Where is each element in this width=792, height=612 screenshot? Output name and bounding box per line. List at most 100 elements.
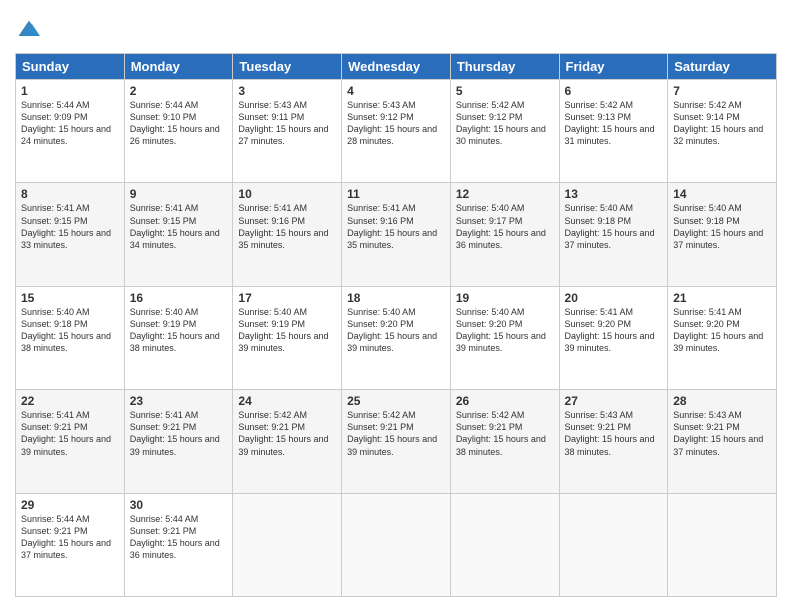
day-info: Sunrise: 5:43 AMSunset: 9:12 PMDaylight:… [347,100,437,146]
day-number: 21 [673,291,771,305]
calendar-cell: 17 Sunrise: 5:40 AMSunset: 9:19 PMDaylig… [233,286,342,389]
day-info: Sunrise: 5:41 AMSunset: 9:16 PMDaylight:… [347,203,437,249]
day-info: Sunrise: 5:44 AMSunset: 9:21 PMDaylight:… [130,514,220,560]
calendar-cell: 1 Sunrise: 5:44 AMSunset: 9:09 PMDayligh… [16,80,125,183]
day-number: 20 [565,291,663,305]
day-info: Sunrise: 5:42 AMSunset: 9:21 PMDaylight:… [456,410,546,456]
calendar-cell: 21 Sunrise: 5:41 AMSunset: 9:20 PMDaylig… [668,286,777,389]
calendar-week-2: 8 Sunrise: 5:41 AMSunset: 9:15 PMDayligh… [16,183,777,286]
day-number: 30 [130,498,228,512]
day-number: 10 [238,187,336,201]
calendar-header-sunday: Sunday [16,54,125,80]
calendar-cell: 6 Sunrise: 5:42 AMSunset: 9:13 PMDayligh… [559,80,668,183]
calendar-cell: 2 Sunrise: 5:44 AMSunset: 9:10 PMDayligh… [124,80,233,183]
calendar-cell: 7 Sunrise: 5:42 AMSunset: 9:14 PMDayligh… [668,80,777,183]
day-number: 28 [673,394,771,408]
calendar-cell: 4 Sunrise: 5:43 AMSunset: 9:12 PMDayligh… [342,80,451,183]
day-info: Sunrise: 5:41 AMSunset: 9:15 PMDaylight:… [21,203,111,249]
calendar-cell: 16 Sunrise: 5:40 AMSunset: 9:19 PMDaylig… [124,286,233,389]
calendar-cell [559,493,668,596]
day-info: Sunrise: 5:41 AMSunset: 9:20 PMDaylight:… [673,307,763,353]
calendar-header-saturday: Saturday [668,54,777,80]
day-info: Sunrise: 5:43 AMSunset: 9:11 PMDaylight:… [238,100,328,146]
day-info: Sunrise: 5:40 AMSunset: 9:18 PMDaylight:… [565,203,655,249]
day-info: Sunrise: 5:41 AMSunset: 9:15 PMDaylight:… [130,203,220,249]
day-info: Sunrise: 5:40 AMSunset: 9:20 PMDaylight:… [347,307,437,353]
day-info: Sunrise: 5:41 AMSunset: 9:21 PMDaylight:… [21,410,111,456]
calendar-cell: 24 Sunrise: 5:42 AMSunset: 9:21 PMDaylig… [233,390,342,493]
calendar-cell: 30 Sunrise: 5:44 AMSunset: 9:21 PMDaylig… [124,493,233,596]
calendar-cell: 15 Sunrise: 5:40 AMSunset: 9:18 PMDaylig… [16,286,125,389]
calendar-header-monday: Monday [124,54,233,80]
calendar-cell: 29 Sunrise: 5:44 AMSunset: 9:21 PMDaylig… [16,493,125,596]
day-number: 8 [21,187,119,201]
day-number: 11 [347,187,445,201]
calendar-cell: 20 Sunrise: 5:41 AMSunset: 9:20 PMDaylig… [559,286,668,389]
day-number: 13 [565,187,663,201]
day-number: 16 [130,291,228,305]
calendar-table: SundayMondayTuesdayWednesdayThursdayFrid… [15,53,777,597]
day-number: 12 [456,187,554,201]
day-info: Sunrise: 5:40 AMSunset: 9:18 PMDaylight:… [673,203,763,249]
calendar-week-3: 15 Sunrise: 5:40 AMSunset: 9:18 PMDaylig… [16,286,777,389]
calendar-cell: 26 Sunrise: 5:42 AMSunset: 9:21 PMDaylig… [450,390,559,493]
day-number: 23 [130,394,228,408]
calendar-cell: 5 Sunrise: 5:42 AMSunset: 9:12 PMDayligh… [450,80,559,183]
calendar-cell: 9 Sunrise: 5:41 AMSunset: 9:15 PMDayligh… [124,183,233,286]
day-info: Sunrise: 5:40 AMSunset: 9:18 PMDaylight:… [21,307,111,353]
day-info: Sunrise: 5:44 AMSunset: 9:10 PMDaylight:… [130,100,220,146]
day-number: 29 [21,498,119,512]
day-info: Sunrise: 5:42 AMSunset: 9:13 PMDaylight:… [565,100,655,146]
calendar-header-wednesday: Wednesday [342,54,451,80]
calendar-week-1: 1 Sunrise: 5:44 AMSunset: 9:09 PMDayligh… [16,80,777,183]
calendar-cell: 19 Sunrise: 5:40 AMSunset: 9:20 PMDaylig… [450,286,559,389]
day-number: 1 [21,84,119,98]
day-info: Sunrise: 5:40 AMSunset: 9:17 PMDaylight:… [456,203,546,249]
logo [15,15,47,43]
calendar-cell: 3 Sunrise: 5:43 AMSunset: 9:11 PMDayligh… [233,80,342,183]
day-number: 2 [130,84,228,98]
calendar-header-thursday: Thursday [450,54,559,80]
calendar-cell: 27 Sunrise: 5:43 AMSunset: 9:21 PMDaylig… [559,390,668,493]
day-info: Sunrise: 5:43 AMSunset: 9:21 PMDaylight:… [565,410,655,456]
day-info: Sunrise: 5:41 AMSunset: 9:16 PMDaylight:… [238,203,328,249]
day-number: 7 [673,84,771,98]
day-number: 19 [456,291,554,305]
calendar-week-4: 22 Sunrise: 5:41 AMSunset: 9:21 PMDaylig… [16,390,777,493]
day-number: 4 [347,84,445,98]
day-info: Sunrise: 5:41 AMSunset: 9:21 PMDaylight:… [130,410,220,456]
day-info: Sunrise: 5:40 AMSunset: 9:20 PMDaylight:… [456,307,546,353]
day-info: Sunrise: 5:42 AMSunset: 9:21 PMDaylight:… [238,410,328,456]
day-number: 14 [673,187,771,201]
calendar-cell: 12 Sunrise: 5:40 AMSunset: 9:17 PMDaylig… [450,183,559,286]
calendar-cell [342,493,451,596]
day-number: 15 [21,291,119,305]
calendar-cell: 22 Sunrise: 5:41 AMSunset: 9:21 PMDaylig… [16,390,125,493]
day-info: Sunrise: 5:42 AMSunset: 9:21 PMDaylight:… [347,410,437,456]
day-number: 17 [238,291,336,305]
logo-icon [15,15,43,43]
day-info: Sunrise: 5:42 AMSunset: 9:12 PMDaylight:… [456,100,546,146]
day-number: 25 [347,394,445,408]
day-number: 5 [456,84,554,98]
day-info: Sunrise: 5:43 AMSunset: 9:21 PMDaylight:… [673,410,763,456]
calendar-cell: 11 Sunrise: 5:41 AMSunset: 9:16 PMDaylig… [342,183,451,286]
calendar-cell: 18 Sunrise: 5:40 AMSunset: 9:20 PMDaylig… [342,286,451,389]
calendar-week-5: 29 Sunrise: 5:44 AMSunset: 9:21 PMDaylig… [16,493,777,596]
calendar-cell: 8 Sunrise: 5:41 AMSunset: 9:15 PMDayligh… [16,183,125,286]
day-info: Sunrise: 5:41 AMSunset: 9:20 PMDaylight:… [565,307,655,353]
day-info: Sunrise: 5:40 AMSunset: 9:19 PMDaylight:… [238,307,328,353]
header [15,15,777,43]
day-number: 18 [347,291,445,305]
day-info: Sunrise: 5:40 AMSunset: 9:19 PMDaylight:… [130,307,220,353]
calendar-cell [450,493,559,596]
calendar-header-tuesday: Tuesday [233,54,342,80]
calendar-cell: 14 Sunrise: 5:40 AMSunset: 9:18 PMDaylig… [668,183,777,286]
calendar-cell: 28 Sunrise: 5:43 AMSunset: 9:21 PMDaylig… [668,390,777,493]
calendar-header-friday: Friday [559,54,668,80]
day-info: Sunrise: 5:44 AMSunset: 9:21 PMDaylight:… [21,514,111,560]
calendar-cell: 25 Sunrise: 5:42 AMSunset: 9:21 PMDaylig… [342,390,451,493]
page: SundayMondayTuesdayWednesdayThursdayFrid… [0,0,792,612]
day-number: 26 [456,394,554,408]
calendar-cell: 23 Sunrise: 5:41 AMSunset: 9:21 PMDaylig… [124,390,233,493]
